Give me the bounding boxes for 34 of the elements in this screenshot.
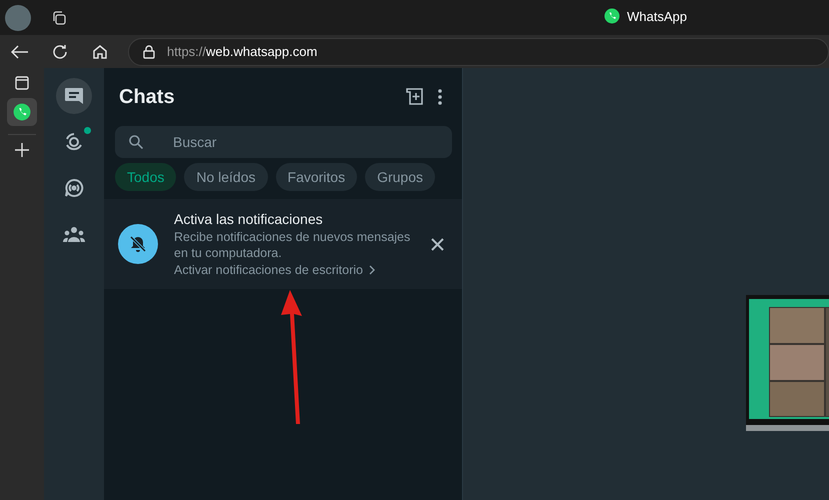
- banner-title: Activa las notificaciones: [174, 211, 324, 227]
- reload-icon: [52, 44, 68, 60]
- new-chat-icon: [406, 88, 426, 106]
- communities-icon: [63, 226, 85, 242]
- filter-chip[interactable]: Grupos: [365, 163, 436, 191]
- filter-chip[interactable]: Todos: [115, 163, 176, 191]
- menu-icon: [438, 89, 442, 105]
- new-tab-icon[interactable]: [15, 143, 29, 157]
- browser-tab[interactable]: [7, 98, 37, 126]
- chevron-right-icon: [368, 265, 375, 275]
- chats-nav-button[interactable]: [56, 78, 92, 114]
- lock-icon: [143, 44, 155, 58]
- filter-chip[interactable]: No leídos: [184, 163, 268, 191]
- back-arrow-icon: [11, 44, 29, 58]
- sidebar-panel-icon[interactable]: [15, 76, 29, 90]
- whatsapp-logo-icon: [604, 8, 620, 24]
- enable-notifications-link[interactable]: Activar notificaciones de escritorio: [174, 263, 411, 277]
- muted-bell-icon: [129, 235, 147, 253]
- chat-icon: [64, 87, 84, 105]
- whatsapp-logo-icon: [13, 103, 31, 121]
- banner-description: Recibe notificaciones de nuevos mensajes en tu computadora.: [174, 229, 411, 261]
- panel-title: Chats: [119, 86, 176, 108]
- search-icon: [129, 135, 143, 149]
- filter-chip[interactable]: Favoritos: [276, 163, 358, 191]
- search-field[interactable]: Buscar: [115, 126, 452, 158]
- status-icon: [64, 132, 84, 152]
- home-icon: [92, 44, 108, 60]
- address-bar[interactable]: https://web.whatsapp.com: [128, 38, 829, 66]
- window-title: WhatsApp: [627, 8, 687, 24]
- channels-icon: [64, 178, 84, 198]
- url-text: https://web.whatsapp.com: [167, 44, 318, 59]
- profile-avatar[interactable]: [5, 4, 31, 30]
- close-icon: [431, 238, 444, 250]
- tabs-icon[interactable]: [51, 10, 67, 26]
